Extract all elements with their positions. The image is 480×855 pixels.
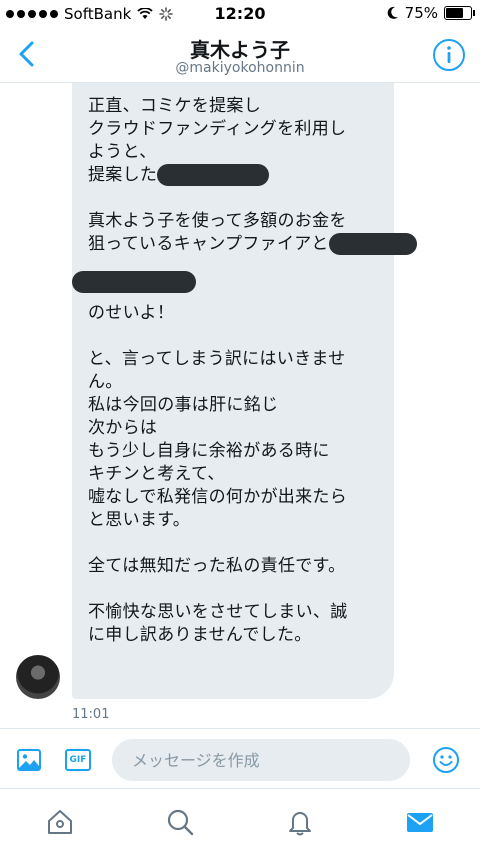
tab-home[interactable]: [45, 807, 75, 837]
emoji-button[interactable]: [432, 746, 460, 774]
message-line: 正直、コミケを提案し: [88, 96, 261, 116]
message-line: と、言ってしまう訳にはいきませ: [88, 349, 346, 369]
conversation-header: 真木よう子 @makiyokohonnin: [0, 28, 480, 83]
status-bar: SoftBank 12:20 75%: [0, 0, 480, 28]
redaction-mark: [328, 233, 417, 255]
info-button[interactable]: [432, 38, 466, 72]
emoji-icon: [433, 747, 459, 773]
info-icon: [433, 39, 465, 71]
search-icon: [167, 809, 194, 836]
message-line: もう少し自身に余裕がある時に: [88, 441, 330, 461]
message-line: ようと、: [88, 142, 157, 162]
redaction-mark: [72, 271, 196, 293]
message-line: キチンと考えて、: [88, 464, 225, 484]
tab-search[interactable]: [165, 807, 195, 837]
message-line: クラウドファンディングを利用し: [88, 119, 347, 139]
message-line: 狙っているキャンプファイアと: [88, 233, 417, 256]
add-image-button[interactable]: [16, 747, 42, 773]
redaction-mark: [157, 164, 270, 186]
message-line: 全ては無知だった私の責任です。: [88, 556, 346, 576]
bell-icon: [289, 812, 311, 836]
message-composer: GIF: [0, 728, 480, 789]
message-line: と思います。: [88, 510, 191, 530]
status-right: 75%: [387, 4, 475, 22]
message-input[interactable]: [112, 739, 410, 781]
message-text: 正直、コミケを提案し クラウドファンディングを利用し ようと、 提案した 真木よ…: [88, 95, 417, 647]
message-line: のせいよ！: [88, 303, 175, 323]
tab-notifications[interactable]: [285, 807, 315, 837]
home-icon: [48, 810, 72, 834]
battery-percent: 75%: [404, 4, 438, 22]
battery-icon: [444, 6, 475, 20]
image-icon: [17, 749, 41, 771]
message-line: 不愉快な思いをさせてしまい、誠: [88, 602, 348, 622]
battery-level: [446, 8, 463, 18]
moon-icon: [387, 6, 398, 19]
message-line: 嘘なしで私発信の何かが出来たら: [88, 487, 347, 507]
message-line: 真木よう子を使って多額のお金を: [88, 211, 347, 231]
message-line: 提案した: [88, 164, 388, 187]
conversation-area[interactable]: 正直、コミケを提案し クラウドファンディングを利用し ようと、 提案した 真木よ…: [0, 83, 480, 728]
conversation-handle: @makiyokohonnin: [175, 60, 305, 76]
tab-messages[interactable]: [405, 807, 435, 837]
mail-icon: [407, 813, 433, 832]
message-line: ん。: [88, 372, 123, 392]
message-line: に申し訳ありませんでした。: [88, 625, 312, 645]
message-line: 次からは: [88, 418, 158, 438]
conversation-title[interactable]: 真木よう子: [0, 34, 480, 63]
message-timestamp: 11:01: [72, 707, 110, 722]
message-line: 私は今回の事は肝に銘じ: [88, 395, 279, 415]
bottom-tab-bar: [0, 788, 480, 855]
avatar[interactable]: [16, 655, 60, 699]
add-gif-button[interactable]: GIF: [65, 749, 91, 771]
